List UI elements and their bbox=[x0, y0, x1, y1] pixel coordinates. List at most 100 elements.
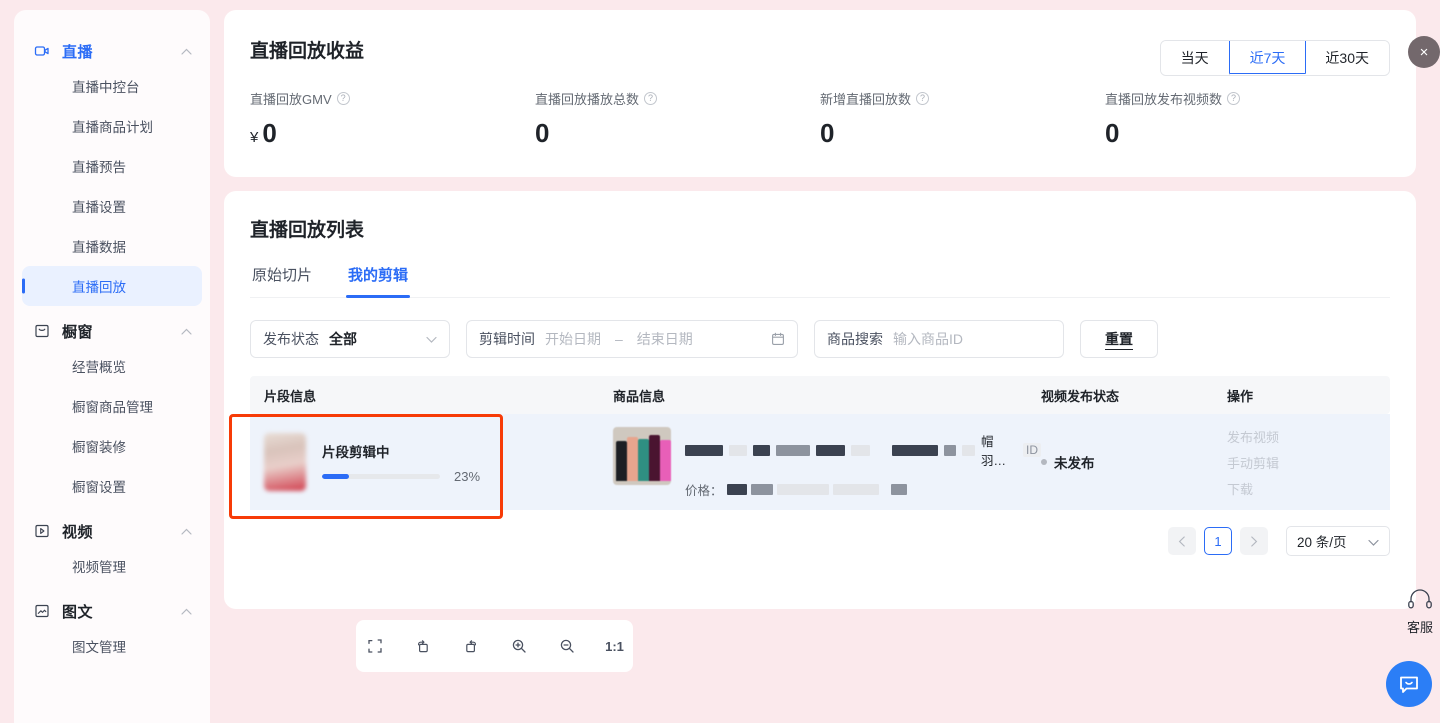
redacted-text bbox=[729, 444, 747, 456]
sidebar-item-live-console[interactable]: 直播中控台 bbox=[22, 66, 202, 106]
start-date-input[interactable]: 开始日期 bbox=[545, 329, 601, 349]
rotate-right-icon[interactable] bbox=[458, 633, 484, 659]
product-search-label: 商品搜索 bbox=[827, 331, 883, 347]
sidebar-item-label: 直播设置 bbox=[72, 200, 126, 215]
chevron-down-icon bbox=[1368, 534, 1379, 549]
sidebar-item-label: 直播回放 bbox=[72, 280, 126, 295]
nav-group-label: 视频 bbox=[62, 523, 94, 541]
pagination-page-1[interactable]: 1 bbox=[1204, 527, 1232, 555]
sidebar-item-label: 直播预告 bbox=[72, 160, 126, 175]
reset-button[interactable]: 重置 bbox=[1080, 320, 1158, 358]
sidebar: 直播 直播中控台 直播商品计划 直播预告 直播设置 直播数据 直播回放 橱窗 经… bbox=[14, 10, 210, 723]
sidebar-item-live-replay[interactable]: 直播回放 bbox=[22, 266, 202, 306]
nav-group-header-imagetext[interactable]: 图文 bbox=[14, 596, 210, 626]
pagination-prev-button[interactable] bbox=[1168, 527, 1196, 555]
metric-label: 直播回放发布视频数 ? bbox=[1105, 89, 1390, 108]
tab-original-clips[interactable]: 原始切片 bbox=[250, 256, 314, 297]
sidebar-item-showcase-product-mgmt[interactable]: 橱窗商品管理 bbox=[22, 386, 202, 426]
product-search-placeholder: 输入商品ID bbox=[893, 331, 963, 347]
metric-label: 直播回放GMV ? bbox=[250, 89, 535, 108]
product-search-input[interactable]: 商品搜索 输入商品ID bbox=[814, 320, 1064, 358]
sidebar-item-live-preview[interactable]: 直播预告 bbox=[22, 146, 202, 186]
redacted-text bbox=[750, 484, 773, 495]
redacted-text bbox=[832, 484, 879, 495]
progress-percent-label: 23% bbox=[454, 468, 481, 484]
metric-label-text: 新增直播回放数 bbox=[820, 92, 912, 107]
date-range-switch[interactable]: 当天 近7天 近30天 bbox=[1159, 40, 1390, 76]
actual-size-button[interactable]: 1:1 bbox=[602, 633, 628, 659]
nav-group-header-showcase[interactable]: 橱窗 bbox=[14, 316, 210, 346]
rotate-left-icon[interactable] bbox=[410, 633, 436, 659]
sidebar-item-business-overview[interactable]: 经营概览 bbox=[22, 346, 202, 386]
sidebar-item-showcase-decoration[interactable]: 橱窗装修 bbox=[22, 426, 202, 466]
range-button-7days[interactable]: 近7天 bbox=[1228, 41, 1307, 74]
clip-status-text: 片段剪辑中 bbox=[322, 444, 390, 460]
help-icon[interactable]: ? bbox=[916, 92, 930, 105]
sidebar-item-live-data[interactable]: 直播数据 bbox=[22, 226, 202, 266]
calendar-icon[interactable] bbox=[771, 332, 785, 346]
metric-number: 0 bbox=[535, 118, 550, 148]
zoom-out-icon[interactable] bbox=[554, 633, 580, 659]
replay-revenue-card: 直播回放收益 当天 近7天 近30天 直播回放GMV ? ¥ 0 直播回放播放总… bbox=[224, 10, 1416, 177]
sidebar-item-live-settings[interactable]: 直播设置 bbox=[22, 186, 202, 226]
nav-group-header-live[interactable]: 直播 bbox=[14, 36, 210, 66]
edit-time-daterange[interactable]: 剪辑时间 开始日期 – 结束日期 bbox=[466, 320, 798, 358]
metric-value: 0 bbox=[535, 118, 820, 149]
currency-symbol: ¥ bbox=[250, 129, 259, 146]
download-link[interactable]: 下载 bbox=[1227, 479, 1387, 498]
zoom-in-icon[interactable] bbox=[506, 633, 532, 659]
range-button-today[interactable]: 当天 bbox=[1160, 41, 1230, 75]
fullscreen-icon[interactable] bbox=[362, 633, 388, 659]
nav-group-header-video[interactable]: 视频 bbox=[14, 516, 210, 546]
pagination-next-button[interactable] bbox=[1240, 527, 1268, 555]
range-button-30days[interactable]: 近30天 bbox=[1305, 41, 1389, 75]
table-row[interactable]: 片段剪辑中 23% 帽羽… ID 价格： 未发布 发布视频 手动剪辑 下载 bbox=[250, 414, 1390, 510]
help-icon[interactable]: ? bbox=[1227, 92, 1241, 105]
sidebar-item-imagetext-management[interactable]: 图文管理 bbox=[22, 626, 202, 666]
main-content: 直播回放收益 当天 近7天 近30天 直播回放GMV ? ¥ 0 直播回放播放总… bbox=[224, 10, 1416, 623]
publish-status-select[interactable]: 发布状态 全部 bbox=[250, 320, 450, 358]
product-name-row: 帽羽… ID bbox=[685, 431, 1041, 469]
metric-label: 直播回放播放总数 ? bbox=[535, 89, 820, 108]
sidebar-item-video-management[interactable]: 视频管理 bbox=[22, 546, 202, 586]
product-name-tail: 帽羽… bbox=[981, 435, 1007, 468]
edit-time-label: 剪辑时间 bbox=[479, 331, 535, 347]
close-icon[interactable]: × bbox=[1408, 36, 1440, 68]
metric-value: 0 bbox=[820, 118, 1105, 149]
product-price-row: 价格： bbox=[685, 480, 1041, 499]
metric-label: 新增直播回放数 ? bbox=[820, 89, 1105, 108]
sidebar-item-label: 经营概览 bbox=[72, 360, 126, 375]
end-date-input[interactable]: 结束日期 bbox=[637, 329, 693, 349]
sidebar-item-label: 橱窗设置 bbox=[72, 480, 126, 495]
list-tabs: 原始切片 我的剪辑 bbox=[250, 256, 1390, 298]
reset-button-label: 重置 bbox=[1105, 329, 1133, 350]
sidebar-item-label: 直播中控台 bbox=[72, 80, 140, 95]
table-header-row: 片段信息 商品信息 视频发布状态 操作 bbox=[250, 376, 1390, 414]
progress-bar-track bbox=[322, 473, 440, 479]
page-size-select[interactable]: 20 条/页 bbox=[1286, 526, 1390, 556]
redacted-text bbox=[892, 444, 939, 456]
metric-replay-gmv: 直播回放GMV ? ¥ 0 bbox=[250, 89, 535, 149]
tab-my-edits[interactable]: 我的剪辑 bbox=[346, 256, 411, 298]
sidebar-item-showcase-settings[interactable]: 橱窗设置 bbox=[22, 466, 202, 506]
customer-service-entry[interactable]: 客服 bbox=[1400, 588, 1440, 636]
chat-bubble-icon[interactable] bbox=[1386, 661, 1432, 707]
sidebar-item-label: 橱窗商品管理 bbox=[72, 400, 153, 415]
redacted-text bbox=[816, 444, 845, 456]
status-badge: 未发布 bbox=[1054, 456, 1095, 471]
sidebar-item-live-product-plan[interactable]: 直播商品计划 bbox=[22, 106, 202, 146]
manual-edit-link[interactable]: 手动剪辑 bbox=[1227, 453, 1387, 472]
metric-new-replays: 新增直播回放数 ? 0 bbox=[820, 89, 1105, 149]
window-icon bbox=[34, 323, 50, 339]
help-icon[interactable]: ? bbox=[644, 92, 658, 105]
chevron-up-icon bbox=[180, 45, 192, 57]
publish-video-link[interactable]: 发布视频 bbox=[1227, 427, 1387, 446]
help-icon[interactable]: ? bbox=[336, 92, 350, 105]
image-preview-toolbar: 1:1 bbox=[356, 620, 633, 672]
sidebar-item-label: 橱窗装修 bbox=[72, 440, 126, 455]
redacted-text bbox=[890, 484, 907, 495]
live-video-icon bbox=[34, 43, 50, 59]
chevron-down-icon bbox=[425, 333, 437, 345]
